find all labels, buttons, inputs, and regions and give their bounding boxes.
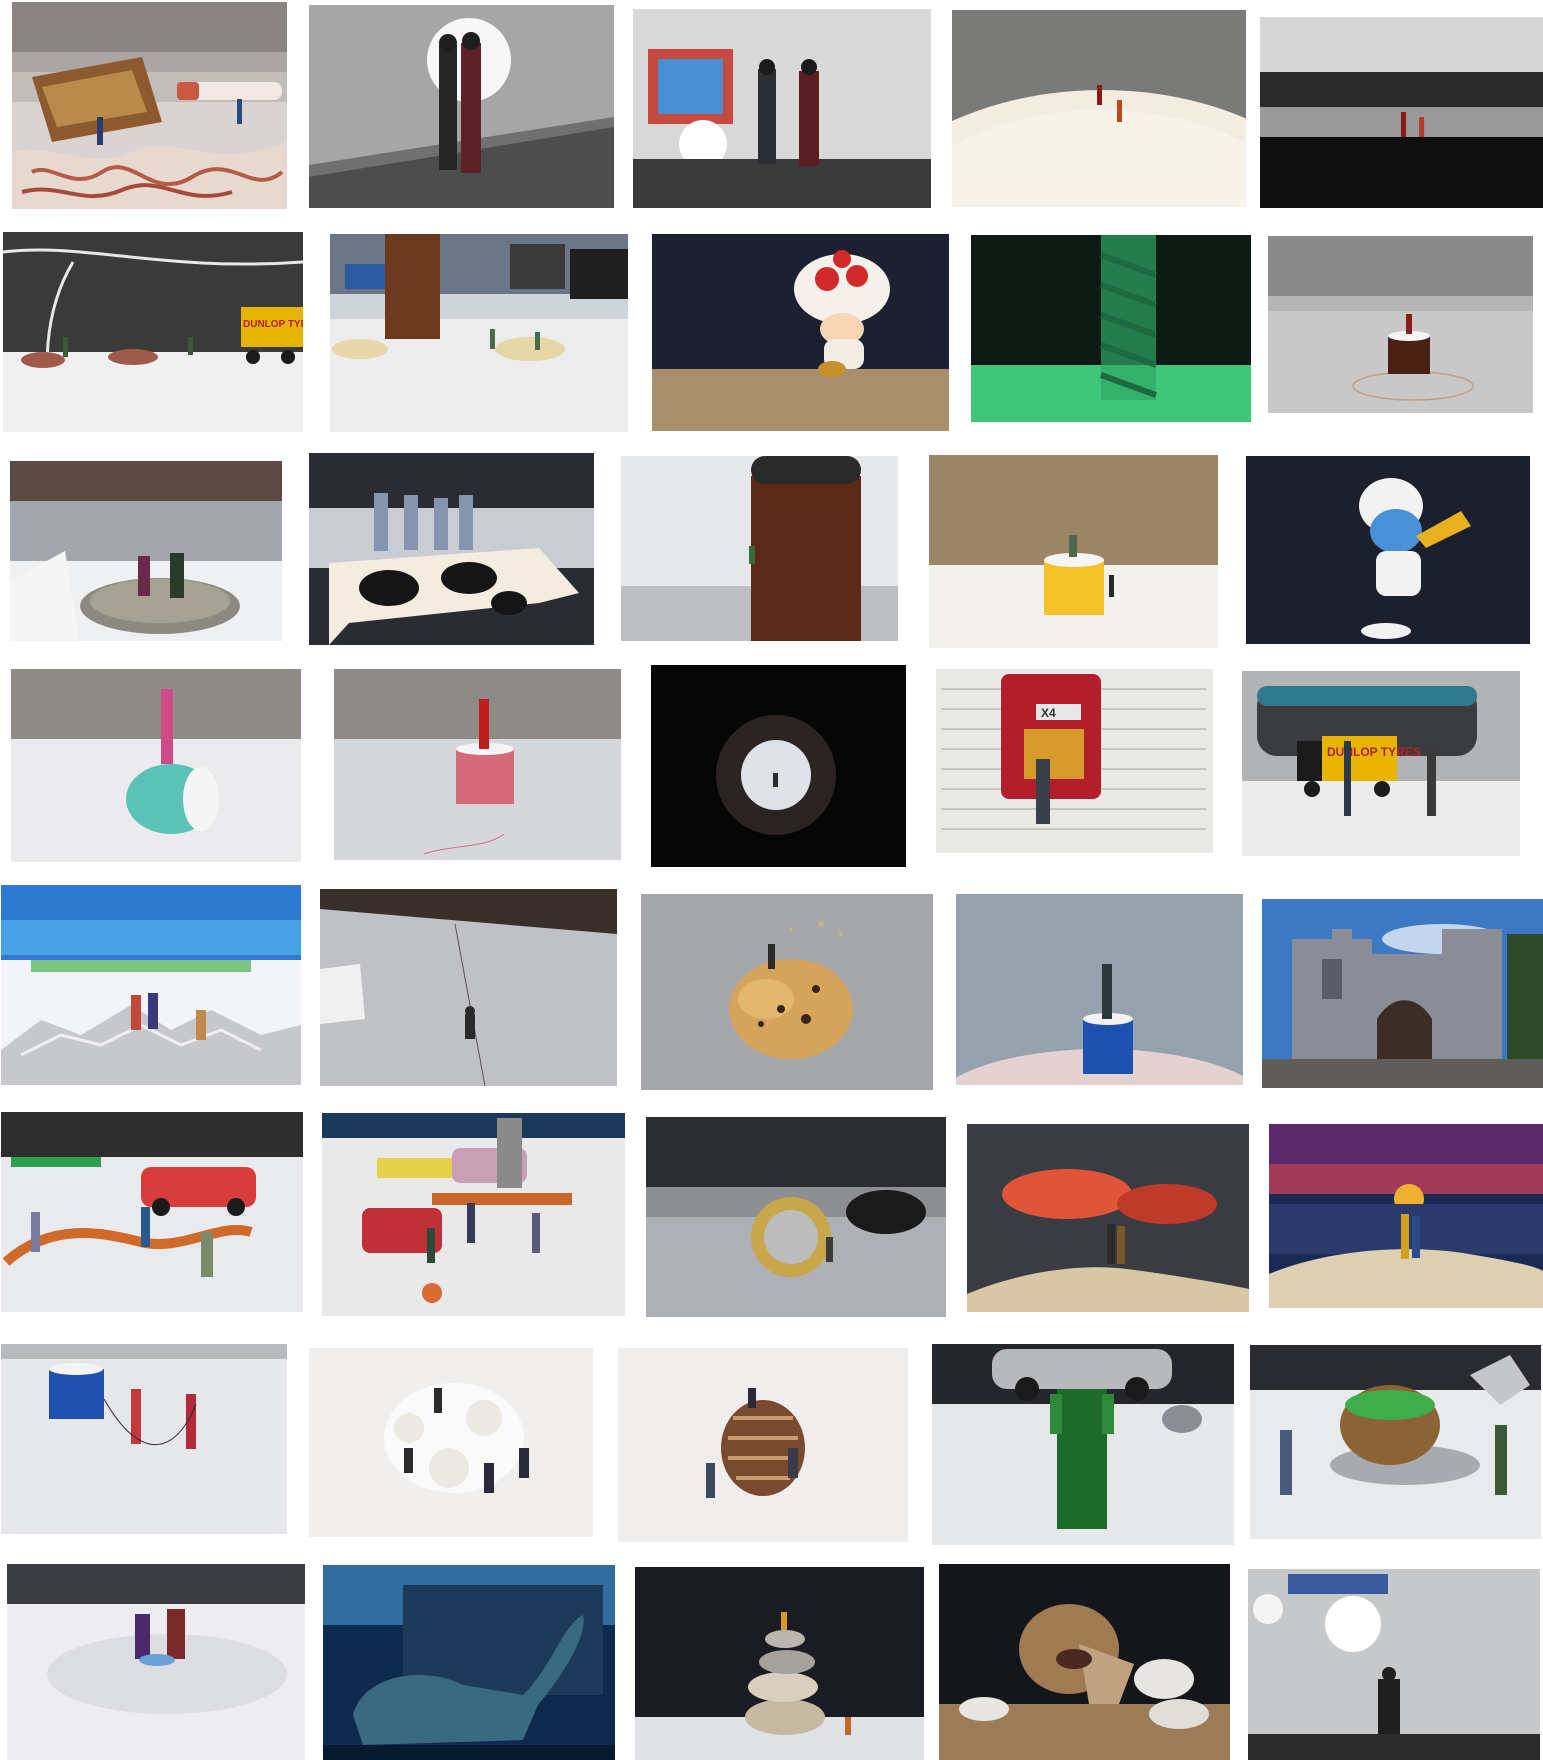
photo-toy-cars-orange-band[interactable]	[1, 1112, 303, 1312]
photo-figure-muffin[interactable]	[641, 894, 933, 1090]
photo-couple-sitting-image	[7, 1564, 305, 1760]
photo-brown-spool-figure[interactable]	[1268, 236, 1533, 413]
photo-two-figures-rail-image	[309, 5, 614, 208]
photo-castle-gatehouse-image	[1262, 899, 1543, 1088]
photo-figures-painting-image	[633, 9, 931, 208]
photo-tape-measure-spiral-image	[971, 235, 1251, 422]
photo-foil-mountain[interactable]	[1, 885, 301, 1085]
photo-lion-toy-image	[939, 1564, 1230, 1760]
truck-label: DUNLOP TYRES	[243, 319, 303, 330]
photo-dinosaur-forest[interactable]	[323, 1565, 615, 1760]
truck-label: DUNLOP TYRES	[1327, 745, 1421, 759]
photo-couple-sitting[interactable]	[7, 1564, 305, 1760]
photo-abseiling-figure-image	[320, 889, 617, 1086]
photo-crashed-toy-cars-image	[322, 1113, 625, 1316]
photo-figures-on-cow-image	[309, 453, 594, 645]
photo-blue-spool-figure-image	[956, 894, 1243, 1085]
photo-figure-pound-coin[interactable]	[646, 1117, 946, 1317]
photo-crumbs-bottle[interactable]	[330, 234, 628, 432]
photo-smurf-trumpet-image	[1246, 456, 1530, 644]
photo-skipping-blue-thread-image	[1, 1344, 287, 1534]
car-plate: X4	[1041, 706, 1056, 720]
photo-couple-sunset[interactable]	[1269, 1124, 1543, 1308]
photo-yellow-spool-figure[interactable]	[929, 455, 1218, 648]
photo-figures-dunlop-truck-image: DUNLOP TYRES	[1242, 671, 1520, 856]
photo-pink-spool-figure-image	[334, 669, 621, 860]
photo-pink-spool-figure[interactable]	[334, 669, 621, 860]
photo-robot-lifting-car[interactable]	[932, 1344, 1234, 1545]
photo-dinosaur-forest-image	[323, 1565, 615, 1760]
photo-climber-bottle[interactable]	[621, 456, 898, 641]
photo-toad-toy-image	[652, 234, 949, 431]
photo-couple-tin-can[interactable]	[10, 461, 282, 641]
photo-figure-ledge[interactable]	[1248, 1569, 1540, 1760]
photo-couple-sand-blur-image	[967, 1124, 1249, 1312]
photo-figure-through-tube-image	[651, 665, 906, 867]
photo-yellow-spool-figure-image	[929, 455, 1218, 648]
photo-figure-through-tube[interactable]	[651, 665, 906, 867]
photo-castle-gatehouse[interactable]	[1262, 899, 1543, 1088]
photo-red-car-newspaper-image: X4	[936, 669, 1213, 853]
photo-figures-pine-cone-image	[618, 1348, 908, 1542]
photo-figures-kiwi[interactable]	[1250, 1345, 1541, 1539]
photo-figures-dunlop-truck[interactable]: DUNLOP TYRES	[1242, 671, 1520, 856]
photo-figures-dome[interactable]	[952, 10, 1246, 207]
photo-cake-figures-image	[12, 2, 287, 209]
photo-tape-measure-spiral[interactable]	[971, 235, 1251, 422]
photo-climber-bottle-image	[621, 456, 898, 641]
photo-red-car-newspaper[interactable]: X4	[936, 669, 1213, 853]
photo-robot-lifting-car-image	[932, 1344, 1234, 1545]
photo-figures-kiwi-image	[1250, 1345, 1541, 1539]
photo-figures-coral-image	[309, 1348, 593, 1537]
photo-cake-figures[interactable]	[12, 2, 287, 209]
photo-figures-coral[interactable]	[309, 1348, 593, 1537]
photo-lion-toy[interactable]	[939, 1564, 1230, 1760]
photo-figures-on-cow[interactable]	[309, 453, 594, 645]
photo-figures-dome-image	[952, 10, 1246, 207]
photo-figure-muffin-image	[641, 894, 933, 1090]
photo-toad-toy[interactable]	[652, 234, 949, 431]
photo-smurf-trumpet[interactable]	[1246, 456, 1530, 644]
photo-figures-painting[interactable]	[633, 9, 931, 208]
photo-teal-spool-figure[interactable]	[11, 669, 301, 862]
photo-teal-spool-figure-image	[11, 669, 301, 862]
photo-skipping-blue-thread[interactable]	[1, 1344, 287, 1534]
photo-foil-mountain-image	[1, 885, 301, 1085]
photo-couple-sand-blur[interactable]	[967, 1124, 1249, 1312]
photo-figures-horizon-image	[1260, 17, 1543, 208]
photo-blue-spool-figure[interactable]	[956, 894, 1243, 1085]
photo-couple-sunset-image	[1269, 1124, 1543, 1308]
photo-figures-stacked-stones[interactable]	[635, 1567, 924, 1760]
photo-abseiling-figure[interactable]	[320, 889, 617, 1086]
photo-figures-horizon[interactable]	[1260, 17, 1543, 208]
photo-figures-stacked-stones-image	[635, 1567, 924, 1760]
photo-crashed-toy-cars[interactable]	[322, 1113, 625, 1316]
photo-brown-spool-figure-image	[1268, 236, 1533, 413]
photo-road-workers-truck-image: DUNLOP TYRES	[3, 232, 303, 432]
photo-two-figures-rail[interactable]	[309, 5, 614, 208]
photo-road-workers-truck[interactable]: DUNLOP TYRES	[3, 232, 303, 432]
photo-couple-tin-can-image	[10, 461, 282, 641]
photo-crumbs-bottle-image	[330, 234, 628, 432]
photo-toy-cars-orange-band-image	[1, 1112, 303, 1312]
photo-figure-ledge-image	[1248, 1569, 1540, 1760]
photo-figures-pine-cone[interactable]	[618, 1348, 908, 1542]
photo-figure-pound-coin-image	[646, 1117, 946, 1317]
